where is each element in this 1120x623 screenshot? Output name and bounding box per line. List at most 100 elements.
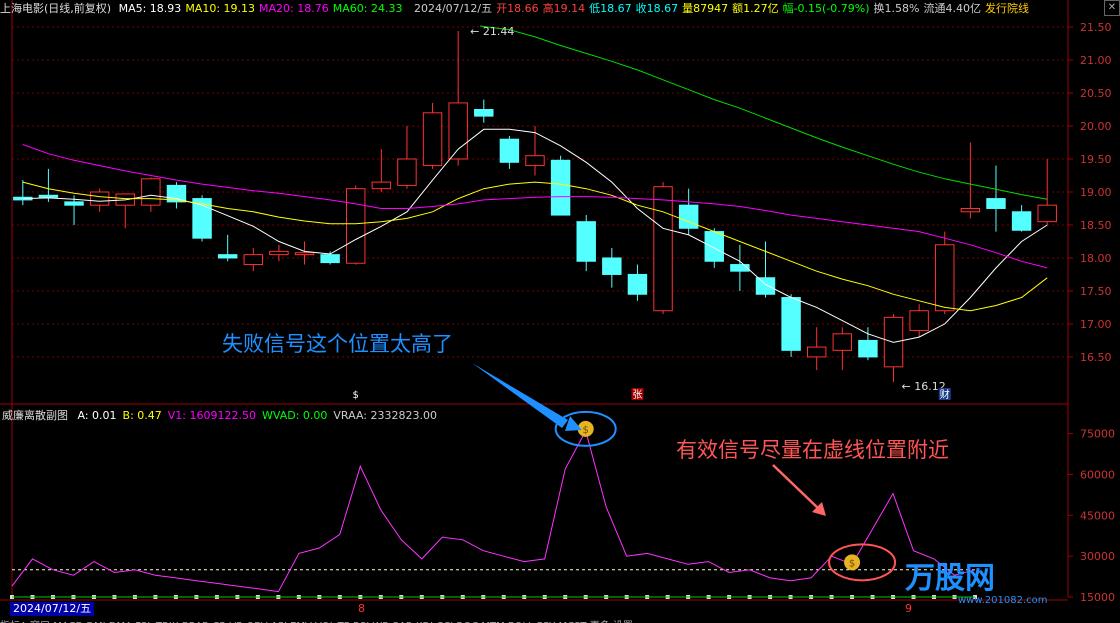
price-tick-label: 19.50 [1080, 153, 1112, 166]
ma-readout-0: MA5: 18.93 [118, 2, 182, 15]
candle-body [141, 178, 161, 206]
quote-field-7: 幅-0.15(-0.79%) [782, 2, 870, 15]
candle [397, 126, 417, 189]
candle-body [89, 191, 110, 206]
candle [294, 241, 315, 265]
valid-arrow [772, 464, 821, 511]
fail-arrow-head [565, 416, 582, 431]
quote-field-8: 换1.58% [873, 2, 920, 15]
watermark-brand: 万股网 [905, 561, 995, 596]
candle-body [499, 138, 520, 163]
candle [422, 102, 443, 169]
candle [986, 165, 1006, 232]
candle-body [986, 198, 1006, 209]
indicator-header: 威廉离散副图 A: 0.01 B: 0.47 V1: 1609122.50 WVAD:… [2, 407, 449, 423]
candle [525, 126, 545, 176]
candle-body [678, 204, 699, 229]
valid-signal-annotation: 有效信号尽量在虚线位置附近 [676, 438, 949, 462]
candle-body [294, 252, 315, 256]
candle [448, 31, 468, 166]
valid-signal-ellipse [828, 543, 897, 582]
zhang-marker: 张 [632, 389, 642, 401]
candle-body [320, 254, 340, 264]
candle-body [64, 201, 84, 206]
date-box: 2024/07/12/五 [10, 602, 95, 616]
candle-body [1037, 204, 1057, 223]
price-tick-label: 19.00 [1080, 186, 1112, 199]
ma-line-ma60 [509, 29, 1048, 200]
indicator-axis: 15000 30000 45000 60000 75000 [1068, 428, 1115, 604]
ma-readout-2: MA20: 18.76 [259, 2, 329, 15]
fail-signal-annotation: 失败信号这个位置太高了 [222, 332, 453, 356]
candle [243, 248, 264, 272]
candle-body [781, 297, 801, 351]
candle [781, 294, 801, 357]
candle-body [525, 155, 545, 167]
candlestick-series [13, 31, 1057, 382]
candle [832, 327, 853, 371]
candle [909, 304, 929, 338]
indicator-tick-label: 75000 [1080, 428, 1115, 441]
quote-field-2: 高19.14 [542, 2, 586, 15]
candle-body [448, 102, 468, 160]
signal-icon-symbol: $ [849, 558, 855, 569]
candle-body [730, 264, 750, 272]
indicator-title: 威廉离散副图 [2, 409, 68, 422]
candle [1011, 205, 1032, 232]
candle-body [935, 244, 955, 312]
main-grid [0, 0, 1069, 601]
candle [474, 99, 494, 123]
candle-body [576, 221, 596, 262]
indicator-tick-label: 45000 [1080, 509, 1115, 522]
candle [653, 182, 673, 315]
candle-body [346, 188, 366, 264]
price-tick-label: 20.00 [1080, 120, 1112, 133]
candle [755, 241, 776, 298]
chart-header: 上海电影(日线,前复权) MA5: 18.93 MA10: 19.13 MA20: … [0, 0, 1068, 20]
price-tick-label: 21.50 [1080, 21, 1112, 34]
indicator-value-4: VRAA: 2332823.00 [333, 409, 437, 422]
candle-body [1011, 211, 1032, 231]
candle-body [627, 273, 648, 295]
cai-marker: 财 [940, 388, 950, 401]
stock-title: 上海电影(日线,前复权) [0, 2, 112, 15]
candle-body [422, 112, 443, 167]
indicator-tick-label: 15000 [1080, 591, 1115, 604]
candle [602, 248, 622, 288]
indicator-tick-label: 30000 [1080, 550, 1115, 563]
ma-readout-3: MA60: 24.33 [332, 2, 403, 15]
candle [576, 215, 596, 272]
candle [678, 188, 699, 235]
candle [217, 234, 238, 262]
candle [730, 244, 750, 291]
quote-field-4: 收18.67 [635, 2, 679, 15]
indicator-value-2: V1: 1609122.50 [167, 409, 256, 422]
high-price-label: ← 21.44 [470, 25, 514, 38]
close-icon[interactable]: ✕ [1104, 0, 1120, 16]
price-tick-label: 20.50 [1080, 87, 1112, 100]
b9-label: 9 [905, 602, 912, 615]
s-marker: $ [353, 390, 359, 401]
quote-field-1: 开18.66 [496, 2, 539, 15]
indicator-value-3: WVAD: 0.00 [262, 409, 328, 422]
candle-body [755, 277, 776, 295]
price-tick-label: 17.00 [1080, 318, 1112, 331]
candle [192, 195, 212, 242]
price-tick-label: 16.50 [1080, 351, 1112, 364]
candle [166, 182, 187, 209]
indicator-tabs[interactable]: 指标A 窗口 MACD DMI DMA FSL TRIX BRAR CR VR … [0, 617, 1120, 623]
quote-field-10: 发行院线 [985, 2, 1029, 15]
candle-body [217, 254, 238, 259]
stock-chart[interactable]: 16.50 17.00 17.50 18.00 18.50 19.00 19.50 20.00… [0, 0, 1120, 623]
price-axis: 16.50 17.00 17.50 18.00 18.50 19.00 19.50 20.00… [1068, 21, 1112, 364]
candle-body [371, 181, 392, 190]
candle [38, 168, 59, 202]
candle-body [806, 346, 827, 358]
price-tick-label: 18.50 [1080, 219, 1112, 232]
ma-readout-1: MA10: 19.13 [185, 2, 256, 15]
candle [499, 135, 520, 169]
fail-arrow [472, 363, 568, 428]
candle-body [960, 207, 981, 213]
indicator-value-0: A: 0.01 [77, 409, 117, 422]
candle-body [269, 250, 289, 256]
